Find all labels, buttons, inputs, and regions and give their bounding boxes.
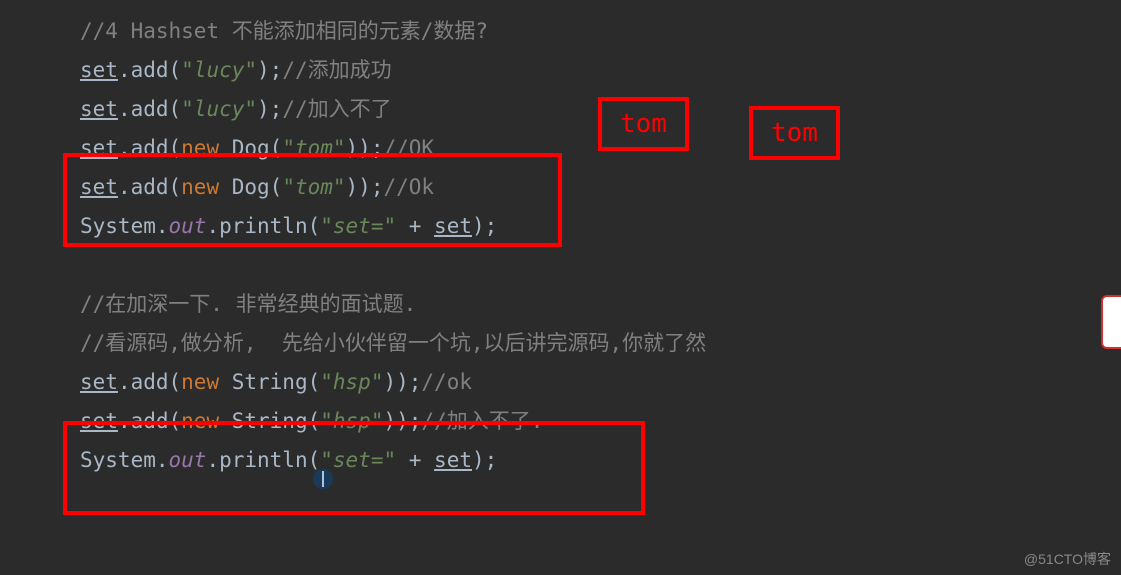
- field-out: out: [169, 214, 207, 238]
- code-line: set.add("lucy");//添加成功: [80, 51, 1121, 90]
- string-literal: "tom": [282, 175, 345, 199]
- class-name: Dog(: [232, 175, 283, 199]
- class-name: Dog(: [232, 136, 283, 160]
- method-println: .println(: [206, 448, 320, 472]
- method-call: .add(: [118, 58, 181, 82]
- code-line: set.add(new String("hsp"));//ok: [80, 363, 1121, 402]
- text-cursor-icon: [313, 469, 333, 489]
- paren-close: ));: [383, 409, 421, 433]
- annotation-box-tom-2: tom: [749, 106, 840, 160]
- string-literal: "set=": [320, 214, 396, 238]
- code-line: set.add(new Dog("tom"));//Ok: [80, 168, 1121, 207]
- string-literal: "lucy": [181, 58, 257, 82]
- method-call: .add(: [118, 370, 181, 394]
- code-line: System.out.println("set=" + set);: [80, 207, 1121, 246]
- comment-text: //加入不了: [282, 97, 391, 121]
- var-set: set: [80, 136, 118, 160]
- keyword-new: new: [181, 370, 232, 394]
- keyword-new: new: [181, 175, 232, 199]
- keyword-new: new: [181, 409, 232, 433]
- string-literal: "lucy": [181, 97, 257, 121]
- comment-text: //加入不了.: [421, 409, 543, 433]
- operator: +: [396, 214, 434, 238]
- var-set: set: [80, 370, 118, 394]
- method-call: .add(: [118, 97, 181, 121]
- paren-close: );: [257, 97, 282, 121]
- var-set: set: [80, 175, 118, 199]
- comment-text: //ok: [421, 370, 472, 394]
- code-line: //看源码,做分析, 先给小伙伴留一个坑,以后讲完源码,你就了然: [80, 324, 1121, 363]
- paren-close: );: [257, 58, 282, 82]
- string-literal: "set=": [320, 448, 396, 472]
- class-system: System.: [80, 448, 169, 472]
- code-line: System.out.println("set=" + set);: [80, 441, 1121, 480]
- paren-close: ));: [346, 175, 384, 199]
- method-call: .add(: [118, 175, 181, 199]
- class-system: System.: [80, 214, 169, 238]
- code-line: set.add(new String("hsp"));//加入不了.: [80, 402, 1121, 441]
- paren-close: ));: [346, 136, 384, 160]
- code-line: //4 Hashset 不能添加相同的元素/数据?: [80, 12, 1121, 51]
- class-string: String(: [232, 409, 321, 433]
- comment-text: //在加深一下. 非常经典的面试题.: [80, 292, 416, 316]
- paren-close: );: [472, 448, 497, 472]
- string-literal: "hsp": [320, 409, 383, 433]
- method-call: .add(: [118, 136, 181, 160]
- side-badge-icon: [1101, 295, 1121, 349]
- operator: +: [396, 448, 434, 472]
- code-line: //在加深一下. 非常经典的面试题.: [80, 285, 1121, 324]
- var-set: set: [80, 409, 118, 433]
- var-set: set: [80, 97, 118, 121]
- method-println: .println(: [206, 214, 320, 238]
- code-editor[interactable]: //4 Hashset 不能添加相同的元素/数据? set.add("lucy"…: [0, 0, 1121, 480]
- string-literal: "tom": [282, 136, 345, 160]
- class-string: String(: [232, 370, 321, 394]
- comment-text: //4 Hashset 不能添加相同的元素/数据?: [80, 19, 488, 43]
- watermark-text: @51CTO博客: [1024, 549, 1111, 569]
- comment-text: //Ok: [383, 175, 434, 199]
- var-set: set: [80, 58, 118, 82]
- var-set: set: [434, 214, 472, 238]
- comment-text: //看源码,做分析, 先给小伙伴留一个坑,以后讲完源码,你就了然: [80, 331, 706, 355]
- keyword-new: new: [181, 136, 232, 160]
- string-literal: "hsp": [320, 370, 383, 394]
- code-line-empty: [80, 246, 1121, 285]
- var-set: set: [434, 448, 472, 472]
- comment-text: //添加成功: [282, 58, 391, 82]
- paren-close: ));: [383, 370, 421, 394]
- method-call: .add(: [118, 409, 181, 433]
- annotation-box-tom-1: tom: [598, 97, 689, 151]
- field-out: out: [169, 448, 207, 472]
- comment-text: //OK: [383, 136, 434, 160]
- paren-close: );: [472, 214, 497, 238]
